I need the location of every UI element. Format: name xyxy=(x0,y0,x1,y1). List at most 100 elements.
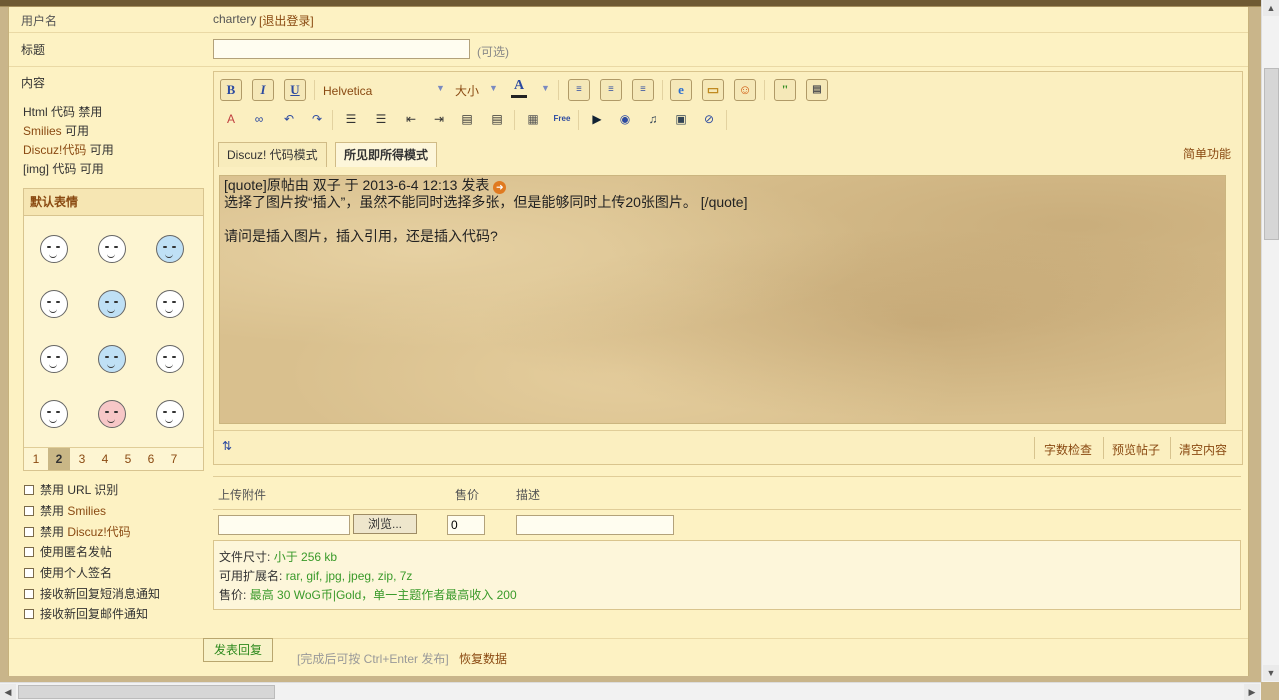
file-input[interactable] xyxy=(218,515,350,535)
description-input[interactable] xyxy=(516,515,674,535)
option-signature[interactable]: 使用个人签名 xyxy=(24,565,112,581)
checkbox[interactable] xyxy=(24,609,34,619)
toolbar-separator xyxy=(726,110,727,130)
smiley-icon[interactable] xyxy=(92,286,130,324)
scroll-right-icon[interactable]: ▶ xyxy=(1244,684,1260,700)
smilies-page-5[interactable]: 5 xyxy=(117,448,139,470)
smiley-icon[interactable] xyxy=(150,286,188,324)
submit-reply-button[interactable]: 发表回复 xyxy=(203,638,274,662)
ordered-list-icon[interactable]: ☰ xyxy=(342,110,360,128)
unordered-list-icon[interactable]: ☰ xyxy=(372,110,390,128)
video-icon[interactable]: ▣ xyxy=(672,110,690,128)
unlink-icon[interactable]: ∞ xyxy=(250,110,268,128)
smilies-page-3[interactable]: 3 xyxy=(71,448,93,470)
restore-data-link[interactable]: 恢复数据 xyxy=(459,650,507,667)
preview-button[interactable]: 预览帖子 xyxy=(1112,441,1160,458)
checkbox[interactable] xyxy=(24,547,34,557)
editor-bottom-bar: ⇅ 字数检查 预览帖子 清空内容 xyxy=(214,430,1242,465)
logout-link[interactable]: [退出登录] xyxy=(259,12,314,29)
size-select[interactable]: 大小 xyxy=(455,82,479,99)
free-icon[interactable]: Free xyxy=(550,110,574,128)
option-disable-url[interactable]: 禁用 URL 识别 xyxy=(24,482,118,498)
horizontal-scrollbar[interactable]: ◀ ▶ xyxy=(0,682,1261,700)
outdent-icon[interactable]: ⇤ xyxy=(402,110,420,128)
checkbox[interactable] xyxy=(24,485,34,495)
smilies-page-7[interactable]: 7 xyxy=(163,448,185,470)
message-textarea[interactable]: [quote]原帖由 双子 于 2013-6-4 12:13 发表 ➜ 选择了图… xyxy=(219,175,1226,424)
smilies-page-4[interactable]: 4 xyxy=(94,448,116,470)
smiley-icon[interactable] xyxy=(34,231,72,269)
smilies-page-1[interactable]: 1 xyxy=(25,448,47,470)
checkbox[interactable] xyxy=(24,527,34,537)
option-anonymous[interactable]: 使用匿名发帖 xyxy=(24,544,112,560)
smilies-page-6[interactable]: 6 xyxy=(140,448,162,470)
float-right-icon[interactable]: ▤ xyxy=(488,110,506,128)
option-email-notify[interactable]: 接收新回复邮件通知 xyxy=(24,606,148,622)
simple-mode-link[interactable]: 简单功能 xyxy=(1183,145,1231,162)
permission-list: Html 代码 禁用 Smilies 可用 Discuz!代码 可用 [img]… xyxy=(23,103,114,179)
option-disable-discuz[interactable]: 禁用 Discuz!代码 xyxy=(24,524,131,540)
permission-smilies: Smilies 可用 xyxy=(23,124,90,138)
word-check-button[interactable]: 字数检查 xyxy=(1044,441,1092,458)
code-icon[interactable]: ▤ xyxy=(806,79,828,101)
checkbox[interactable] xyxy=(24,506,34,516)
smiley-icon[interactable] xyxy=(150,231,188,269)
option-pm-notify[interactable]: 接收新回复短消息通知 xyxy=(24,586,160,602)
smiley-icon[interactable] xyxy=(34,286,72,324)
align-left-icon[interactable]: ≡ xyxy=(568,79,590,101)
go-to-post-icon[interactable]: ➜ xyxy=(493,181,507,194)
scroll-left-icon[interactable]: ◀ xyxy=(0,684,16,700)
price-input[interactable] xyxy=(447,515,485,535)
font-select[interactable]: Helvetica xyxy=(323,84,372,98)
smilies-page-2[interactable]: 2 xyxy=(48,448,70,470)
align-right-icon[interactable]: ≡ xyxy=(632,79,654,101)
chevron-down-icon[interactable]: ▼ xyxy=(541,83,550,93)
smiley-icon[interactable]: ☺ xyxy=(734,79,756,101)
smiley-icon[interactable] xyxy=(150,341,188,379)
smiley-icon[interactable] xyxy=(34,396,72,434)
tab-code-mode[interactable]: Discuz! 代码模式 xyxy=(218,142,327,167)
price-label: 售价 xyxy=(455,488,480,502)
align-center-icon[interactable]: ≡ xyxy=(600,79,622,101)
smiley-icon[interactable] xyxy=(34,341,72,379)
checkbox[interactable] xyxy=(24,568,34,578)
table-icon[interactable]: ▦ xyxy=(524,110,542,128)
browse-button[interactable]: 浏览... xyxy=(353,514,417,534)
bar-separator xyxy=(1103,437,1104,459)
clear-button[interactable]: 清空内容 xyxy=(1179,441,1227,458)
text-color-icon[interactable]: A xyxy=(511,78,527,98)
audio-icon[interactable]: ♫ xyxy=(644,110,662,128)
flash-icon[interactable]: ◉ xyxy=(616,110,634,128)
quote-icon[interactable]: " xyxy=(774,79,796,101)
remove-format-icon[interactable]: A xyxy=(222,110,240,128)
horizontal-scroll-thumb[interactable] xyxy=(18,685,275,699)
tab-wysiwyg-mode[interactable]: 所见即所得模式 xyxy=(335,142,438,167)
scroll-down-icon[interactable]: ▼ xyxy=(1263,665,1279,681)
permission-discuz: Discuz!代码 可用 xyxy=(23,143,114,157)
underline-icon[interactable]: U xyxy=(284,79,306,101)
toolbar-separator xyxy=(662,80,663,100)
resize-icon[interactable]: ⇅ xyxy=(222,439,232,453)
float-left-icon[interactable]: ▤ xyxy=(458,110,476,128)
title-input[interactable] xyxy=(213,39,470,59)
link-icon[interactable]: e xyxy=(670,79,692,101)
media-icon[interactable]: ▶ xyxy=(588,110,606,128)
smiley-icon[interactable] xyxy=(92,231,130,269)
chevron-down-icon[interactable]: ▼ xyxy=(436,83,445,93)
help-icon[interactable]: ⊘ xyxy=(700,110,718,128)
bold-icon[interactable]: B xyxy=(220,79,242,101)
redo-icon[interactable]: ↷ xyxy=(308,110,326,128)
checkbox[interactable] xyxy=(24,589,34,599)
smiley-icon[interactable] xyxy=(92,341,130,379)
indent-icon[interactable]: ⇥ xyxy=(430,110,448,128)
chevron-down-icon[interactable]: ▼ xyxy=(489,83,498,93)
smiley-icon[interactable] xyxy=(150,396,188,434)
italic-icon[interactable]: I xyxy=(252,79,274,101)
option-disable-smilies[interactable]: 禁用 Smilies xyxy=(24,503,106,519)
vertical-scrollbar[interactable]: ▲ ▼ xyxy=(1261,0,1279,682)
undo-icon[interactable]: ↶ xyxy=(280,110,298,128)
image-icon[interactable]: ▭ xyxy=(702,79,724,101)
smiley-icon[interactable] xyxy=(92,396,130,434)
scroll-up-icon[interactable]: ▲ xyxy=(1263,0,1279,16)
vertical-scroll-thumb[interactable] xyxy=(1264,68,1279,240)
